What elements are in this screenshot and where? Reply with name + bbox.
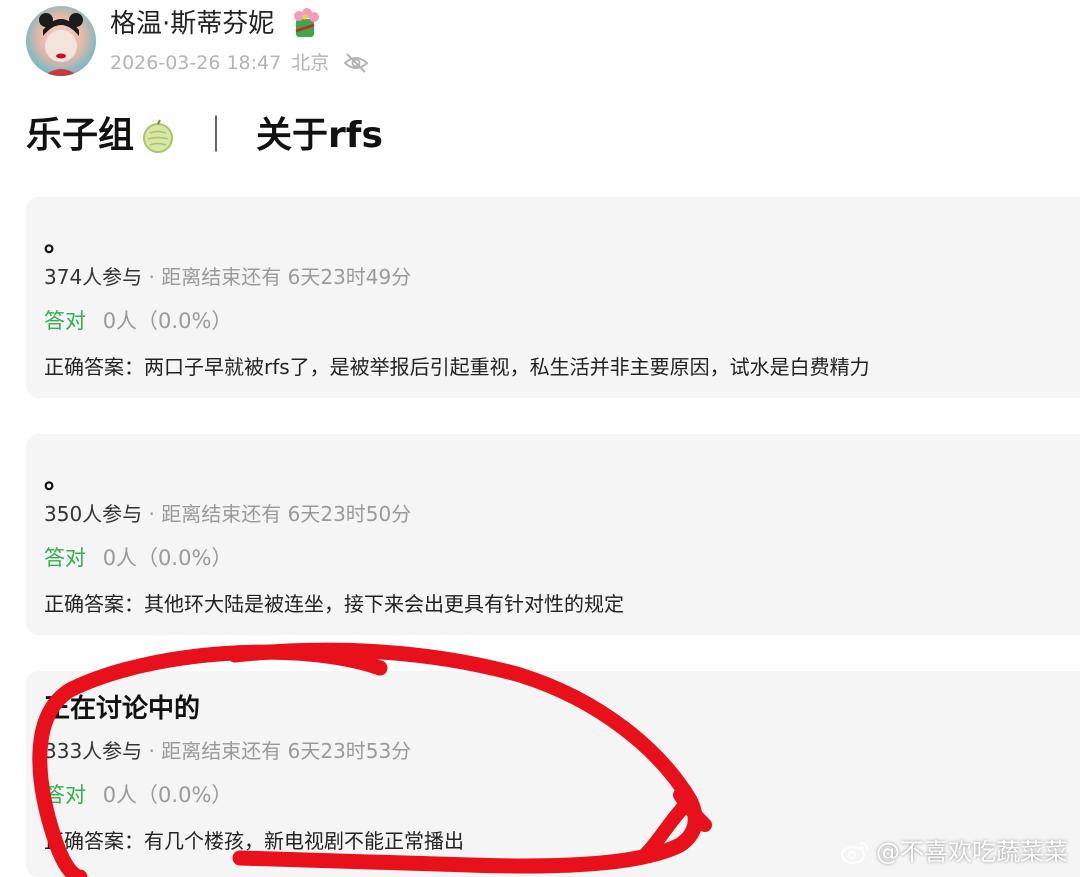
quiz-answer: 正确答案：两口子早就被rfs了，是被举报后引起重视，私生活并非主要原因，试水是白…	[44, 355, 870, 379]
weibo-icon	[840, 839, 870, 865]
quiz-correct-value: 0人（0.0%）	[102, 546, 233, 570]
watermark: @不喜欢吃蔬菜菜	[840, 836, 1068, 868]
post-meta: 2026-03-26 18:47 北京	[110, 50, 369, 76]
post-title: 乐子组 ｜ 关于rfs	[26, 110, 383, 162]
quiz-participants: 333人参与	[44, 739, 143, 763]
title-right: 关于rfs	[256, 115, 383, 156]
quiz-stats: 350人参与 · 距离结束还有 6天23时50分	[44, 500, 411, 528]
title-left: 乐子组	[26, 115, 135, 156]
quiz-participants: 374人参与	[44, 265, 143, 289]
quiz-correct-value: 0人（0.0%）	[102, 783, 233, 807]
eye-off-icon	[343, 52, 369, 74]
avatar[interactable]	[26, 6, 96, 76]
quiz-correct-label: 答对	[44, 309, 86, 333]
quiz-correct-label: 答对	[44, 783, 86, 807]
quiz-question: 。	[44, 465, 71, 495]
quiz-remaining: · 距离结束还有 6天23时50分	[148, 502, 412, 526]
quiz-question: 正在讨论中的	[44, 694, 201, 724]
author-line: 格温·斯蒂芬妮	[110, 6, 322, 42]
quiz-correct-value: 0人（0.0%）	[102, 309, 233, 333]
quiz-stats: 374人参与 · 距离结束还有 6天23时49分	[44, 263, 411, 291]
quiz-participants: 350人参与	[44, 502, 143, 526]
watermark-text: @不喜欢吃蔬菜菜	[876, 838, 1068, 866]
quiz-result: 答对 0人（0.0%）	[44, 780, 232, 810]
weibo-post: 格温·斯蒂芬妮 2026-03-26 18:47 北京 乐子组 ｜ 关于rfs …	[0, 0, 1080, 877]
quiz-stats: 333人参与 · 距离结束还有 6天23时53分	[44, 737, 411, 765]
post-date: 2026-03-26 18:47	[110, 52, 282, 74]
author-name[interactable]: 格温·斯蒂芬妮	[110, 6, 274, 42]
quiz-card[interactable]: 。 350人参与 · 距离结束还有 6天23时50分 答对 0人（0.0%） 正…	[26, 434, 1080, 635]
badge-icon	[288, 7, 322, 41]
quiz-result: 答对 0人（0.0%）	[44, 306, 232, 336]
quiz-card[interactable]: 。 374人参与 · 距离结束还有 6天23时49分 答对 0人（0.0%） 正…	[26, 197, 1080, 398]
quiz-remaining: · 距离结束还有 6天23时49分	[148, 265, 412, 289]
quiz-answer: 正确答案：有几个楼孩，新电视剧不能正常播出	[44, 829, 464, 853]
melon-icon	[140, 118, 176, 154]
quiz-remaining: · 距离结束还有 6天23时53分	[148, 739, 412, 763]
quiz-question: 。	[44, 228, 71, 258]
quiz-correct-label: 答对	[44, 546, 86, 570]
title-separator: ｜	[198, 115, 235, 156]
quiz-result: 答对 0人（0.0%）	[44, 543, 232, 573]
post-location: 北京	[291, 52, 330, 74]
quiz-answer: 正确答案：其他环大陆是被连坐，接下来会出更具有针对性的规定	[44, 592, 624, 616]
